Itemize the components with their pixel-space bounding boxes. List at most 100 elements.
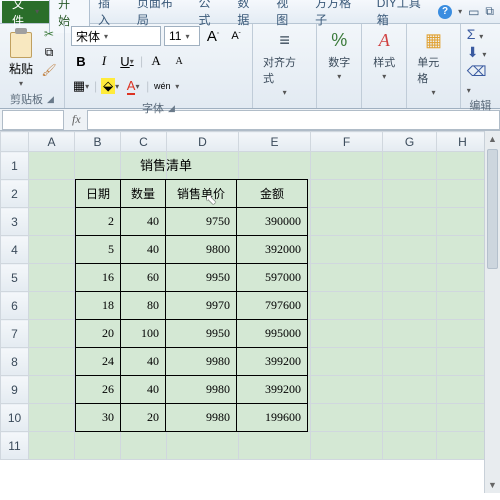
cell-F8[interactable]	[311, 348, 383, 376]
cell-H1[interactable]	[437, 152, 489, 180]
number-button[interactable]: %数字▾	[323, 26, 355, 83]
select-all-corner[interactable]	[1, 132, 29, 152]
cell-A2[interactable]	[29, 180, 75, 208]
cell-G9[interactable]	[383, 376, 437, 404]
cut-icon[interactable]: ✂	[40, 26, 58, 42]
cell-A5[interactable]	[29, 264, 75, 292]
row-header-7[interactable]: 7	[1, 320, 29, 348]
row-header-6[interactable]: 6	[1, 292, 29, 320]
cell-F4[interactable]	[311, 236, 383, 264]
cells-button[interactable]: ▦单元格▾	[413, 26, 453, 99]
styles-button[interactable]: A样式▾	[368, 26, 400, 83]
border-button[interactable]: ▦▾	[71, 76, 91, 96]
col-header-F[interactable]: F	[311, 132, 383, 152]
cell-C11[interactable]	[121, 432, 167, 460]
cell-H7[interactable]	[437, 320, 489, 348]
cell-G3[interactable]	[383, 208, 437, 236]
cell-A3[interactable]	[29, 208, 75, 236]
cell-H10[interactable]	[437, 404, 489, 432]
grow-font2-button[interactable]: A	[146, 51, 166, 71]
cell-B11[interactable]	[75, 432, 121, 460]
cell-F3[interactable]	[311, 208, 383, 236]
row-header-3[interactable]: 3	[1, 208, 29, 236]
scroll-down-icon[interactable]: ▼	[485, 477, 500, 493]
cell-D11[interactable]	[167, 432, 239, 460]
cell-H9[interactable]	[437, 376, 489, 404]
col-header-D[interactable]: D	[167, 132, 239, 152]
col-header-G[interactable]: G	[383, 132, 437, 152]
clear-button[interactable]: ⌫ ▾	[467, 63, 494, 96]
autosum-button[interactable]: Σ ▾	[467, 26, 484, 42]
row-header-2[interactable]: 2	[1, 180, 29, 208]
format-painter-icon[interactable]: 🖌	[40, 62, 58, 78]
row-header-11[interactable]: 11	[1, 432, 29, 460]
cell-G11[interactable]	[383, 432, 437, 460]
shrink-font-button[interactable]: Aˇ	[226, 26, 246, 46]
cell-H11[interactable]	[437, 432, 489, 460]
help-icon[interactable]: ?	[438, 5, 452, 19]
cell-G4[interactable]	[383, 236, 437, 264]
bold-button[interactable]: B	[71, 51, 91, 71]
copy-icon[interactable]: ⧉	[40, 44, 58, 60]
row-header-9[interactable]: 9	[1, 376, 29, 404]
cell-H5[interactable]	[437, 264, 489, 292]
font-color-button[interactable]: A▾	[123, 76, 143, 96]
name-box[interactable]	[2, 110, 64, 130]
cell-A9[interactable]	[29, 376, 75, 404]
scroll-thumb[interactable]	[487, 149, 498, 269]
cell-G2[interactable]	[383, 180, 437, 208]
cell-B1[interactable]	[75, 152, 121, 180]
minimize-ribbon-icon[interactable]: ▭	[468, 5, 479, 19]
worksheet[interactable]: ABCDEFGH1234567891011 销售清单 日期数量销售单价金额240…	[0, 131, 500, 493]
align-button[interactable]: ≡对齐方式▾	[259, 26, 310, 99]
cell-A7[interactable]	[29, 320, 75, 348]
clipboard-launcher-icon[interactable]: ◢	[47, 94, 54, 105]
cell-F9[interactable]	[311, 376, 383, 404]
paste-button[interactable]: 粘贴 ▾	[6, 26, 36, 90]
cell-A8[interactable]	[29, 348, 75, 376]
cell-F5[interactable]	[311, 264, 383, 292]
col-header-A[interactable]: A	[29, 132, 75, 152]
phonetic-button[interactable]: wén	[152, 76, 172, 96]
cell-G1[interactable]	[383, 152, 437, 180]
cell-G7[interactable]	[383, 320, 437, 348]
cell-F2[interactable]	[311, 180, 383, 208]
cell-A1[interactable]	[29, 152, 75, 180]
cell-E11[interactable]	[239, 432, 311, 460]
window-icon[interactable]: ⧉	[485, 4, 494, 19]
cell-F11[interactable]	[311, 432, 383, 460]
vertical-scrollbar[interactable]: ▲ ▼	[484, 131, 500, 493]
help-dropdown-icon[interactable]: ▾	[458, 7, 462, 16]
cell-A4[interactable]	[29, 236, 75, 264]
italic-button[interactable]: I	[94, 51, 114, 71]
cell-A11[interactable]	[29, 432, 75, 460]
cell-G10[interactable]	[383, 404, 437, 432]
cell-H6[interactable]	[437, 292, 489, 320]
cell-G6[interactable]	[383, 292, 437, 320]
cell-H8[interactable]	[437, 348, 489, 376]
row-header-8[interactable]: 8	[1, 348, 29, 376]
font-name-combo[interactable]: 宋体▾	[71, 26, 161, 46]
col-header-C[interactable]: C	[121, 132, 167, 152]
row-header-5[interactable]: 5	[1, 264, 29, 292]
cell-F1[interactable]	[311, 152, 383, 180]
underline-button[interactable]: U▾	[117, 51, 137, 71]
row-header-4[interactable]: 4	[1, 236, 29, 264]
cell-F6[interactable]	[311, 292, 383, 320]
fill-color-button[interactable]: ⬙▾	[100, 76, 120, 96]
cell-H4[interactable]	[437, 236, 489, 264]
cell-A10[interactable]	[29, 404, 75, 432]
scroll-up-icon[interactable]: ▲	[485, 131, 500, 147]
cell-H2[interactable]	[437, 180, 489, 208]
cell-E1[interactable]	[239, 152, 311, 180]
cell-A6[interactable]	[29, 292, 75, 320]
col-header-E[interactable]: E	[239, 132, 311, 152]
cell-H3[interactable]	[437, 208, 489, 236]
file-tab[interactable]: 文件 ▾	[2, 1, 49, 23]
cell-F7[interactable]	[311, 320, 383, 348]
font-launcher-icon[interactable]: ◢	[168, 103, 175, 114]
col-header-H[interactable]: H	[437, 132, 489, 152]
row-header-10[interactable]: 10	[1, 404, 29, 432]
font-size-combo[interactable]: 11▾	[164, 26, 200, 46]
shrink-font2-button[interactable]: A	[169, 51, 189, 71]
